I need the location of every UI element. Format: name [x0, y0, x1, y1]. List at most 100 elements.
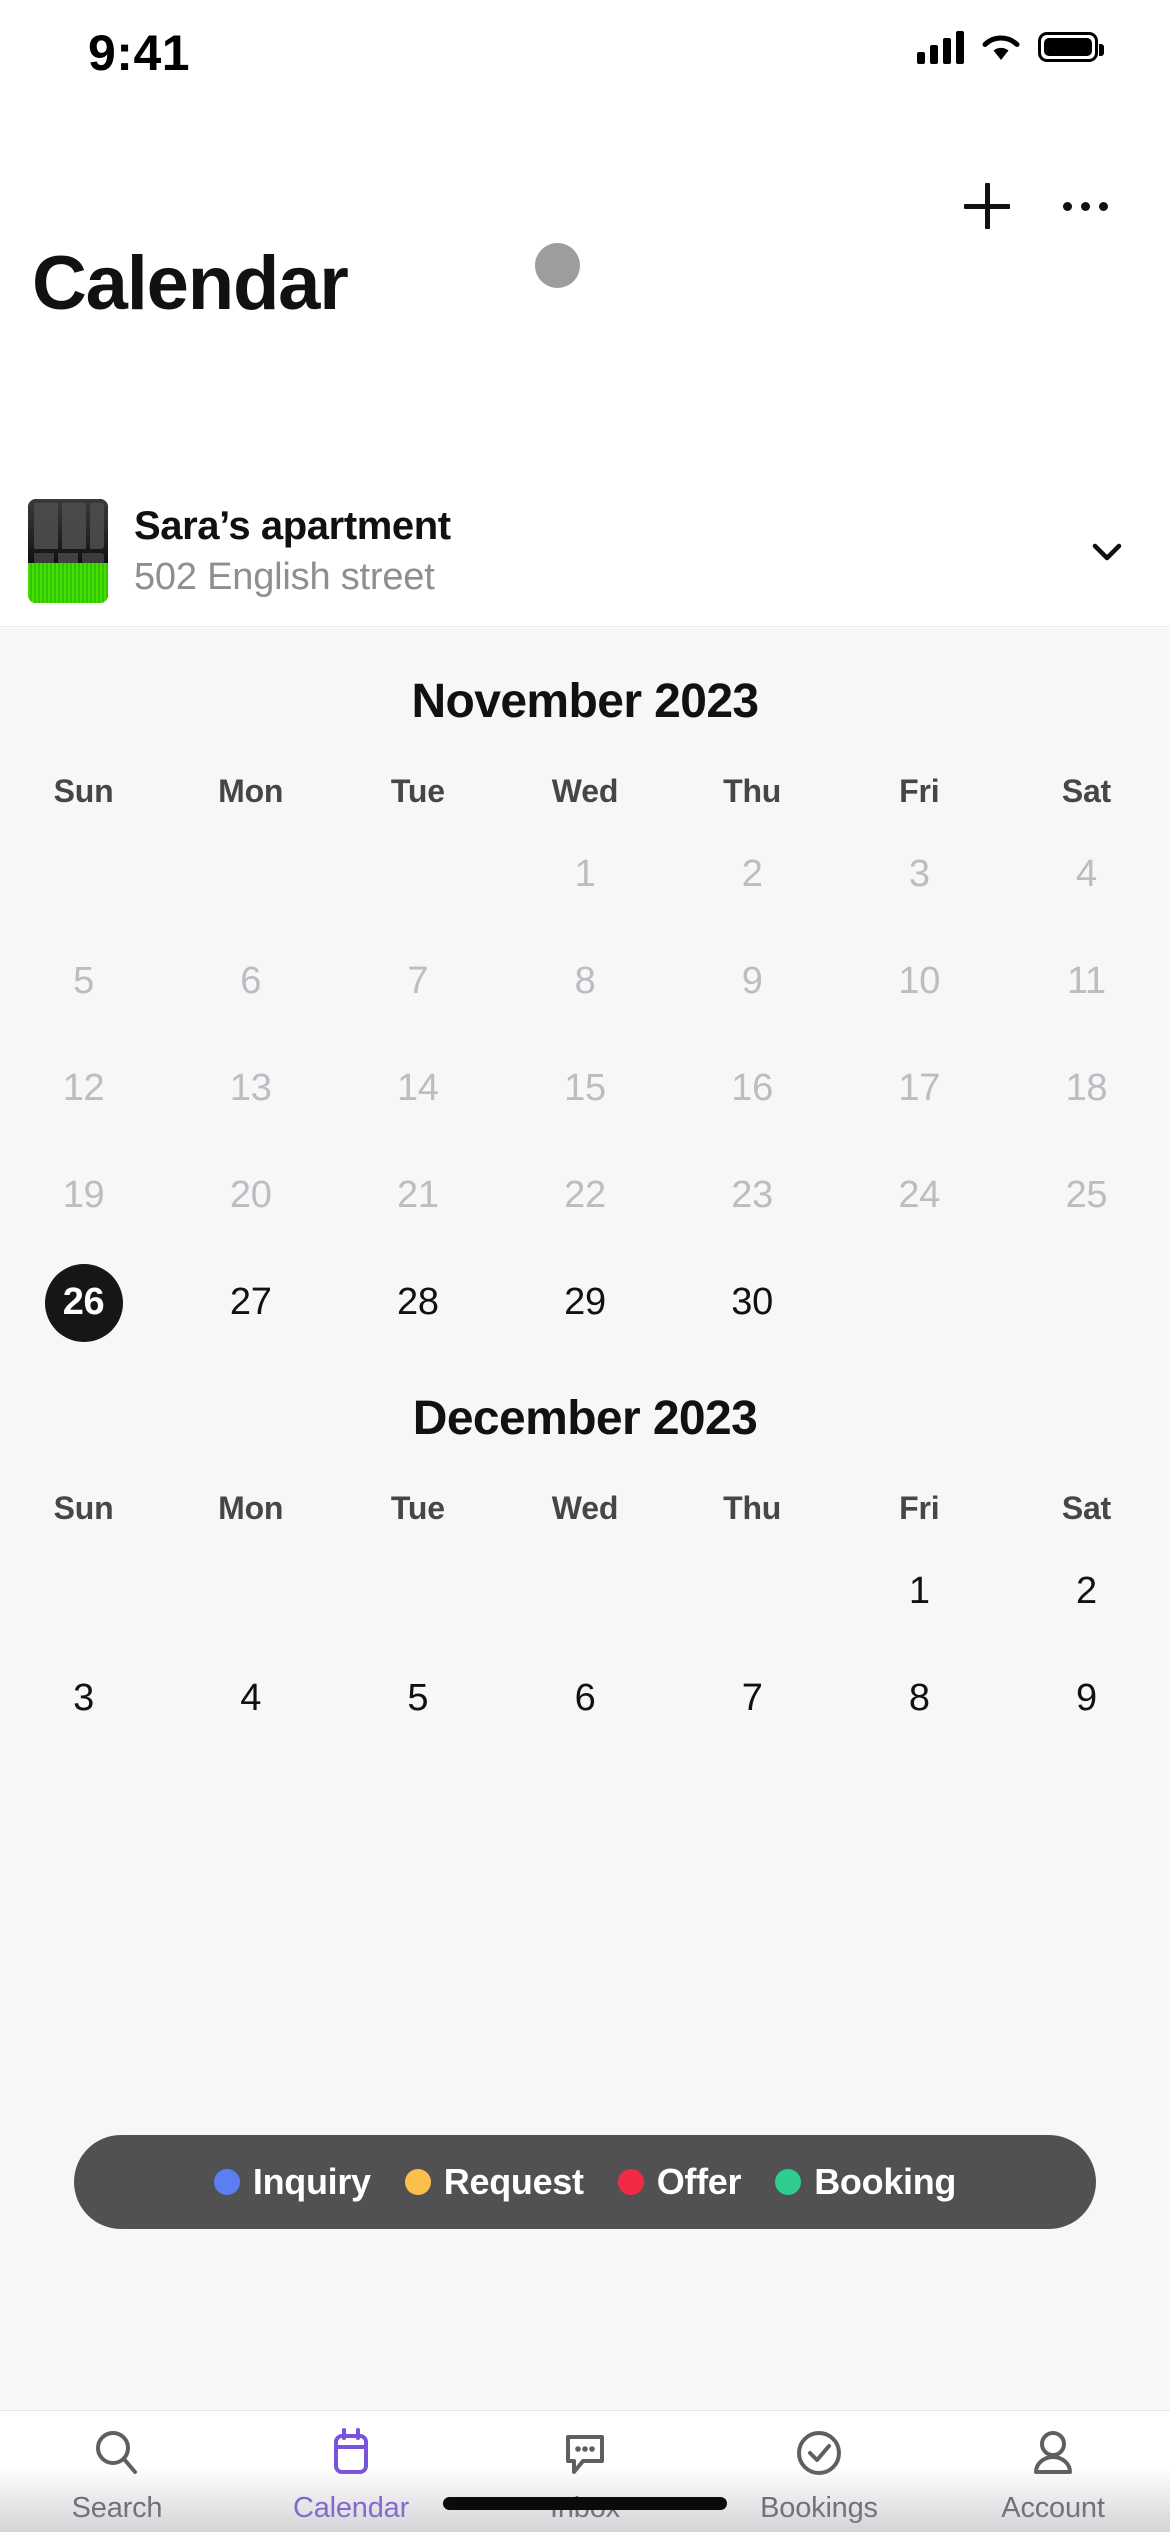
cellular-bars-icon: [917, 30, 964, 64]
offer-dot-icon: [617, 2169, 644, 2195]
calendar-day[interactable]: 19: [0, 1153, 167, 1238]
calendar-day-empty: [1003, 1260, 1170, 1345]
month-title: December 2023: [412, 1392, 758, 1445]
status-bar: 9:41: [0, 0, 1170, 100]
calendar-day[interactable]: 3: [836, 832, 1003, 917]
legend-label: Booking: [814, 2161, 957, 2202]
calendar-day-label: 13: [229, 1067, 272, 1109]
calendar-day-label: 6: [240, 960, 262, 1002]
calendar-day[interactable]: 10: [836, 939, 1003, 1024]
calendar-day[interactable]: 4: [1003, 832, 1170, 917]
calendar-day-empty: [167, 832, 334, 917]
calendar-week-row: 12: [0, 1549, 1170, 1634]
calendar-day-label: 18: [1065, 1067, 1108, 1109]
calendar-day[interactable]: 5: [334, 1656, 501, 1741]
calendar-day-empty: [501, 1549, 668, 1634]
calendar-day[interactable]: 12: [0, 1046, 167, 1131]
calendar-day[interactable]: 4: [167, 1656, 334, 1741]
calendar-week-row: 3 4 5 6 7 8 9: [0, 1656, 1170, 1741]
calendar-day-empty: [167, 1549, 334, 1634]
calendar-day-label: 27: [229, 1281, 272, 1323]
weekday-tue: Tue: [390, 1490, 445, 1526]
weekday-wed: Wed: [551, 773, 619, 809]
calendar-day[interactable]: 5: [0, 939, 167, 1024]
calendar-day[interactable]: 13: [167, 1046, 334, 1131]
weekday-sat: Sat: [1061, 773, 1112, 809]
tab-calendar[interactable]: Calendar: [234, 2425, 468, 2525]
calendar-day[interactable]: 1: [501, 832, 668, 917]
person-icon: [1025, 2425, 1081, 2481]
status-legend[interactable]: Inquiry Request Offer Booking: [74, 2135, 1096, 2229]
calendar-day[interactable]: 2: [669, 832, 836, 917]
calendar-day-label: [212, 836, 290, 914]
plus-icon: [964, 183, 1010, 229]
home-indicator[interactable]: [443, 2497, 727, 2510]
calendar-day-label: 3: [73, 1677, 94, 1719]
property-address: 502 English street: [134, 556, 435, 598]
calendar-day[interactable]: 27: [167, 1260, 334, 1345]
calendar-day-label: [45, 836, 123, 914]
property-info: Sara’s apartment 502 English street: [134, 502, 1084, 599]
calendar-day[interactable]: 25: [1003, 1153, 1170, 1238]
calendar-week-row: 1 2 3 4: [0, 832, 1170, 917]
month-list: November 2023 Sun Mon Tue Wed Thu Fri Sat 1 2 3 4 5 6…: [0, 628, 1170, 1741]
tab-search[interactable]: Search: [0, 2425, 234, 2525]
calendar-day[interactable]: 6: [167, 939, 334, 1024]
calendar-day[interactable]: 24: [836, 1153, 1003, 1238]
calendar-day[interactable]: 20: [167, 1153, 334, 1238]
calendar-day[interactable]: 1: [836, 1549, 1003, 1634]
calendar-day[interactable]: 17: [836, 1046, 1003, 1131]
calendar-day[interactable]: 8: [501, 939, 668, 1024]
ellipsis-icon: [1062, 201, 1108, 211]
calendar-day-label: 14: [397, 1067, 439, 1109]
weekday-sun: Sun: [53, 1490, 114, 1526]
request-dot-icon: [404, 2169, 431, 2195]
calendar-day-label: [880, 1264, 958, 1342]
more-options-button[interactable]: [1054, 175, 1116, 237]
calendar-day-label: 15: [564, 1067, 606, 1109]
calendar-day[interactable]: 7: [334, 939, 501, 1024]
calendar-day-label: 6: [574, 1677, 596, 1719]
calendar-day[interactable]: 2: [1003, 1549, 1170, 1634]
calendar-day[interactable]: 16: [669, 1046, 836, 1131]
calendar-day[interactable]: 11: [1003, 939, 1170, 1024]
calendar-day[interactable]: 23: [669, 1153, 836, 1238]
weekday-thu: Thu: [723, 773, 782, 809]
property-thumbnail: [28, 498, 108, 603]
chevron-down-icon[interactable]: [1084, 528, 1130, 574]
tab-account[interactable]: Account: [936, 2425, 1170, 2525]
calendar-day-label: 21: [397, 1174, 439, 1216]
calendar-day-label: 12: [62, 1067, 105, 1109]
weekday-mon: Mon: [218, 773, 284, 809]
chat-bubble-icon: [557, 2425, 613, 2481]
calendar-day[interactable]: 9: [1003, 1656, 1170, 1741]
calendar-day-empty: [669, 1549, 836, 1634]
calendar-day[interactable]: 22: [501, 1153, 668, 1238]
calendar-day[interactable]: 15: [501, 1046, 668, 1131]
page-title: Calendar: [32, 241, 349, 326]
calendar-day[interactable]: 6: [501, 1656, 668, 1741]
calendar-day[interactable]: 3: [0, 1656, 167, 1741]
calendar-day[interactable]: 8: [836, 1656, 1003, 1741]
calendar-day[interactable]: 7: [669, 1656, 836, 1741]
avatar[interactable]: [535, 243, 580, 288]
calendar-day[interactable]: 21: [334, 1153, 501, 1238]
weekday-thu: Thu: [723, 1490, 782, 1526]
calendar-day[interactable]: 14: [334, 1046, 501, 1131]
tab-label: Bookings: [760, 2492, 878, 2524]
property-selector[interactable]: Sara’s apartment 502 English street: [0, 475, 1170, 627]
calendar-day[interactable]: 18: [1003, 1046, 1170, 1131]
booking-dot-icon: [775, 2169, 802, 2195]
phone-screen: 9:41 Calendar Sara’s apartment 502 Engli: [0, 0, 1170, 2532]
calendar-day[interactable]: 9: [669, 939, 836, 1024]
add-button[interactable]: [956, 175, 1018, 237]
calendar-day-label: [713, 1553, 791, 1631]
tab-inbox[interactable]: Inbox: [468, 2425, 702, 2525]
calendar-day[interactable]: 29: [501, 1260, 668, 1345]
calendar-day[interactable]: 26: [0, 1260, 167, 1345]
calendar-day-label: [1047, 1264, 1125, 1342]
tab-bookings[interactable]: Bookings: [702, 2425, 936, 2525]
calendar-day[interactable]: 30: [669, 1260, 836, 1345]
calendar-day[interactable]: 28: [334, 1260, 501, 1345]
calendar-day-label: 1: [574, 853, 596, 895]
